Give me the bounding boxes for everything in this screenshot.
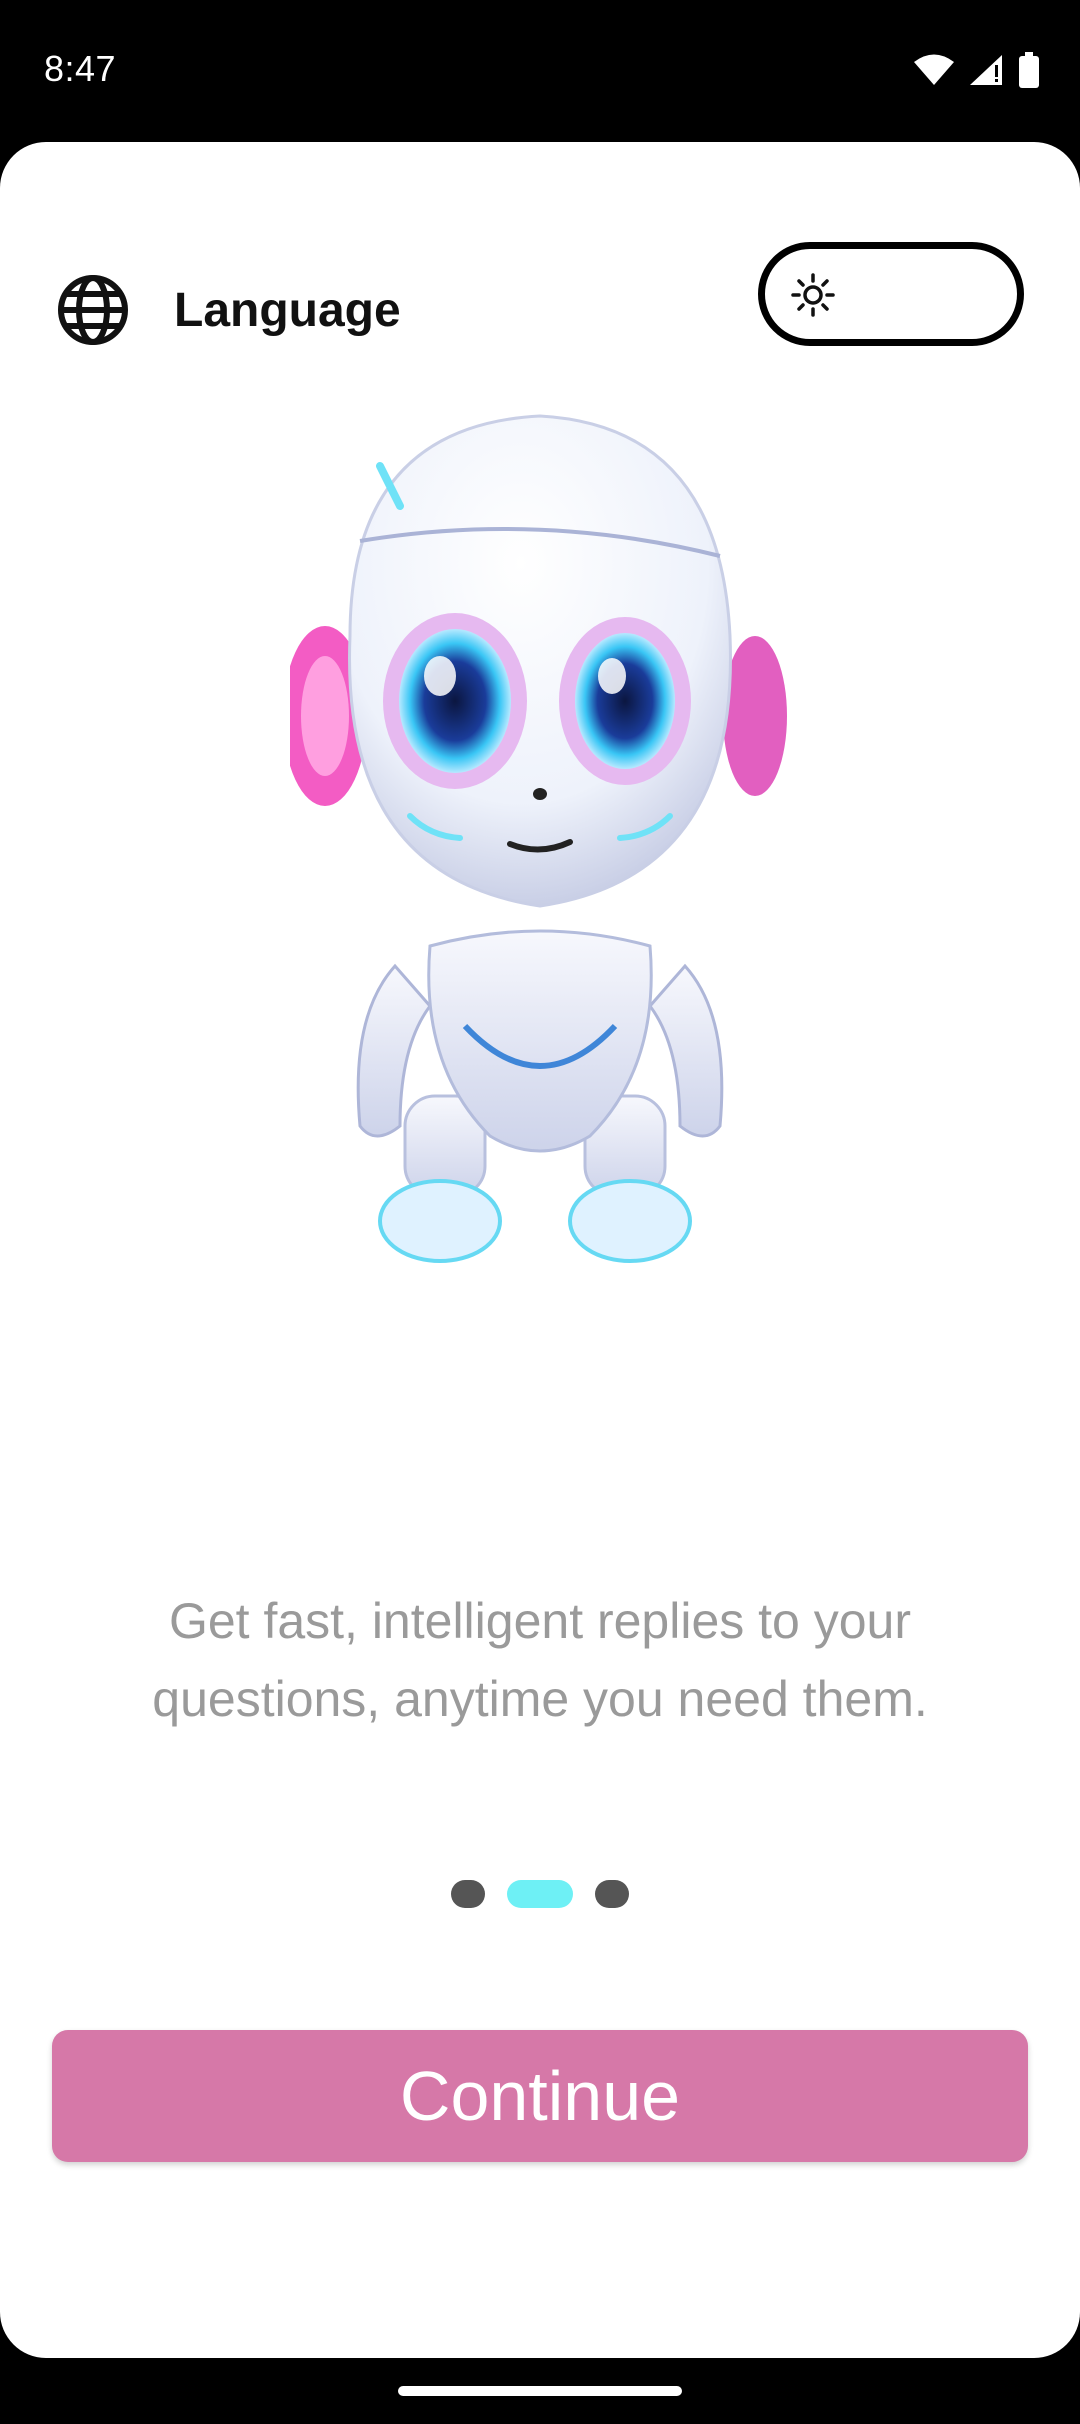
theme-toggle[interactable] xyxy=(758,242,1024,346)
page-dot-3[interactable] xyxy=(595,1880,629,1908)
page-dot-2[interactable] xyxy=(507,1880,573,1908)
gesture-nav-handle[interactable] xyxy=(398,2386,682,2396)
language-label: Language xyxy=(174,283,401,337)
globe-icon xyxy=(58,275,128,345)
language-button[interactable]: Language xyxy=(56,254,401,366)
continue-button[interactable]: Continue xyxy=(52,2030,1028,2162)
wifi-icon xyxy=(914,54,954,85)
cell-signal-icon xyxy=(970,55,1002,85)
battery-icon xyxy=(1019,52,1039,88)
onboarding-description: Get fast, intelligent replies to your qu… xyxy=(60,1582,1020,1738)
page-indicator xyxy=(0,1880,1080,1908)
status-bar: 8:47 xyxy=(0,0,1080,142)
status-icons xyxy=(914,52,1040,88)
page-dot-1[interactable] xyxy=(451,1880,485,1908)
description-line-2: questions, anytime you need them. xyxy=(152,1671,928,1727)
description-line-1: Get fast, intelligent replies to your xyxy=(168,1593,912,1649)
onboarding-screen: Language Get fast, intelligent replies t… xyxy=(0,142,1080,2358)
sun-icon xyxy=(791,273,835,317)
status-time: 8:47 xyxy=(44,48,117,89)
robot-illustration xyxy=(290,414,787,1263)
